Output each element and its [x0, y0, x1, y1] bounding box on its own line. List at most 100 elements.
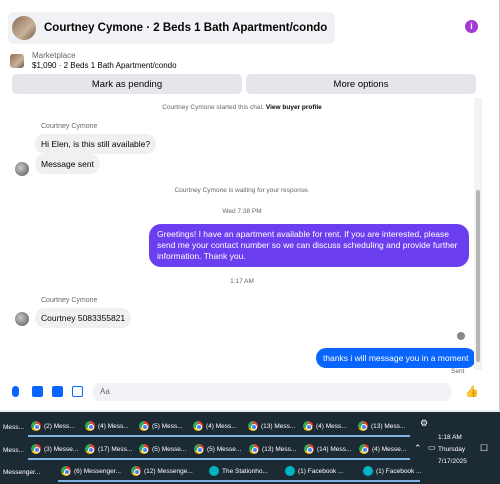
chrome-icon [304, 444, 314, 454]
chat-started-notice: Courtney Cymone started this chat. View … [162, 104, 322, 111]
outgoing-message: Greetings! I have an apartment available… [149, 224, 469, 267]
taskbar-button[interactable]: The Stationho... [206, 462, 282, 482]
taskbar-button[interactable]: (3) Messe... [28, 440, 82, 460]
taskbar-row: Mess... (3) Messe... (17) Mess... (5) Messe… [0, 440, 410, 460]
chrome-icon [248, 421, 258, 431]
message-input[interactable]: Aa [92, 383, 452, 401]
listing-summary[interactable]: Marketplace $1,090 · 2 Beds 1 Bath Apart… [10, 50, 177, 72]
chrome-icon [31, 444, 41, 454]
more-options-button[interactable]: More options [246, 74, 476, 94]
taskbar-button-label: (5) Mess... [152, 422, 183, 430]
listing-photo [12, 16, 36, 40]
like-icon[interactable]: 👍 [465, 385, 479, 398]
message-list: Courtney Cymone started this chat. View … [0, 98, 484, 376]
chrome-icon [194, 444, 204, 454]
timestamp: Wed 7:38 PM [222, 208, 262, 215]
avatar[interactable] [15, 162, 29, 176]
scrollbar[interactable] [474, 98, 482, 370]
taskbar-button-label: (5) Messe... [207, 445, 242, 453]
taskbar-button-label: Mess... [3, 423, 24, 431]
app-icon [363, 466, 373, 476]
taskbar-row: Mess... (2) Mess... (4) Mess... (5) Mess...… [0, 417, 410, 437]
taskbar-button[interactable]: (1) Facebook ... [282, 462, 360, 482]
chevron-up-icon[interactable]: ⌃ [414, 443, 422, 454]
incoming-message: Hi Elen, is this still available? [35, 134, 157, 154]
taskbar-button[interactable]: (5) Mess... [136, 417, 190, 437]
app-icon [209, 466, 219, 476]
taskbar-settings-icon[interactable]: ⚙ [420, 418, 428, 429]
conversation-title-button[interactable]: Courtney Cymone · 2 Beds 1 Bath Apartmen… [8, 12, 336, 44]
taskbar-button-label: (4) Mess... [206, 422, 237, 430]
gif-icon[interactable] [72, 386, 83, 397]
taskbar-button[interactable]: (13) Mess... [246, 440, 301, 460]
taskbar-row: Messenger... (6) Messenger... (12) Messeng… [0, 462, 422, 482]
clock-date[interactable]: 7/17/2025 [438, 458, 467, 465]
chat-header: Courtney Cymone · 2 Beds 1 Bath Apartmen… [8, 12, 490, 44]
photo-icon[interactable] [32, 386, 43, 397]
waiting-notice: Courtney Cymone is waiting for your resp… [174, 187, 310, 194]
listing-thumbnail [10, 54, 24, 68]
scrollbar-thumb[interactable] [476, 190, 480, 362]
taskbar-button-label: (4) Mess... [316, 422, 347, 430]
display-icon[interactable]: ▭ [428, 443, 436, 452]
avatar[interactable] [15, 312, 29, 326]
chrome-icon [358, 421, 368, 431]
message-status: Sent [451, 368, 465, 375]
taskbar-button[interactable]: (17) Mess... [82, 440, 136, 460]
taskbar-button[interactable]: (2) Mess... [28, 417, 82, 437]
system-tray: ⚙ ⌃ ▭ 1:18 AM Thursday 7/17/2025 ☐ [410, 412, 500, 484]
chrome-icon [31, 421, 41, 431]
taskbar-button[interactable]: (12) Messenge... [128, 462, 206, 482]
taskbar-button-label: (6) Messenger... [74, 467, 121, 475]
chrome-icon [193, 421, 203, 431]
clock-time[interactable]: 1:18 AM [438, 434, 462, 441]
taskbar-button[interactable]: (4) Mess... [190, 417, 245, 437]
chrome-icon [303, 421, 313, 431]
listing-actions: Mark as pending More options [12, 74, 476, 94]
taskbar-button[interactable]: (13) Mess... [245, 417, 300, 437]
taskbar-button[interactable]: (6) Messenger... [58, 462, 128, 482]
chat-window: Courtney Cymone · 2 Beds 1 Bath Apartmen… [0, 0, 500, 410]
taskbar-button[interactable]: (13) Mess... [355, 417, 410, 437]
chrome-icon [139, 444, 149, 454]
taskbar-button-label: (5) Messe... [152, 445, 187, 453]
clock-day[interactable]: Thursday [438, 446, 465, 453]
chrome-icon [85, 421, 95, 431]
taskbar-button[interactable]: (4) Mess... [300, 417, 355, 437]
taskbar-button[interactable]: (4) Mess... [82, 417, 136, 437]
chrome-icon [139, 421, 149, 431]
sender-name: Courtney Cymone [41, 297, 98, 304]
taskbar-button[interactable]: (5) Messe... [136, 440, 191, 460]
taskbar-button-label: (13) Mess... [261, 422, 296, 430]
taskbar-button-label: (13) Mess... [371, 422, 406, 430]
taskbar-button-label: (2) Mess... [44, 422, 75, 430]
taskbar-button[interactable]: (5) Messe... [191, 440, 246, 460]
taskbar-button[interactable]: Messenger... [0, 462, 58, 482]
sticker-icon[interactable] [52, 386, 63, 397]
taskbar-button-label: (14) Mess... [317, 445, 352, 453]
mark-as-pending-button[interactable]: Mark as pending [12, 74, 242, 94]
taskbar-button-label: Mess... [3, 446, 24, 454]
marketplace-label: Marketplace [32, 51, 76, 60]
taskbar-button[interactable]: (4) Messe... [356, 440, 410, 460]
chrome-icon [249, 444, 259, 454]
taskbar-button-label: (4) Messe... [372, 445, 407, 453]
listing-detail: $1,090 · 2 Beds 1 Bath Apartment/condo [32, 61, 177, 70]
seen-avatar [457, 332, 465, 340]
taskbar-button[interactable]: Mess... [0, 440, 28, 460]
taskbar-button-label: (3) Messe... [44, 445, 79, 453]
chrome-icon [131, 466, 141, 476]
taskbar-button[interactable]: Mess... [0, 417, 28, 437]
taskbar-button-label: (12) Messenge... [144, 467, 193, 475]
conversation-title: Courtney Cymone · 2 Beds 1 Bath Apartmen… [44, 22, 328, 34]
info-icon[interactable]: i [465, 20, 478, 33]
taskbar-button-label: (1) Facebook ... [298, 467, 344, 475]
taskbar: Mess... (2) Mess... (4) Mess... (5) Mess...… [0, 412, 500, 484]
taskbar-button-label: (17) Mess... [98, 445, 133, 453]
taskbar-button-label: The Stationho... [222, 467, 268, 475]
taskbar-button[interactable]: (14) Mess... [301, 440, 356, 460]
notification-icon[interactable]: ☐ [480, 443, 488, 454]
microphone-icon[interactable] [12, 386, 19, 397]
view-buyer-profile-link[interactable]: View buyer profile [266, 104, 322, 111]
chrome-icon [85, 444, 95, 454]
